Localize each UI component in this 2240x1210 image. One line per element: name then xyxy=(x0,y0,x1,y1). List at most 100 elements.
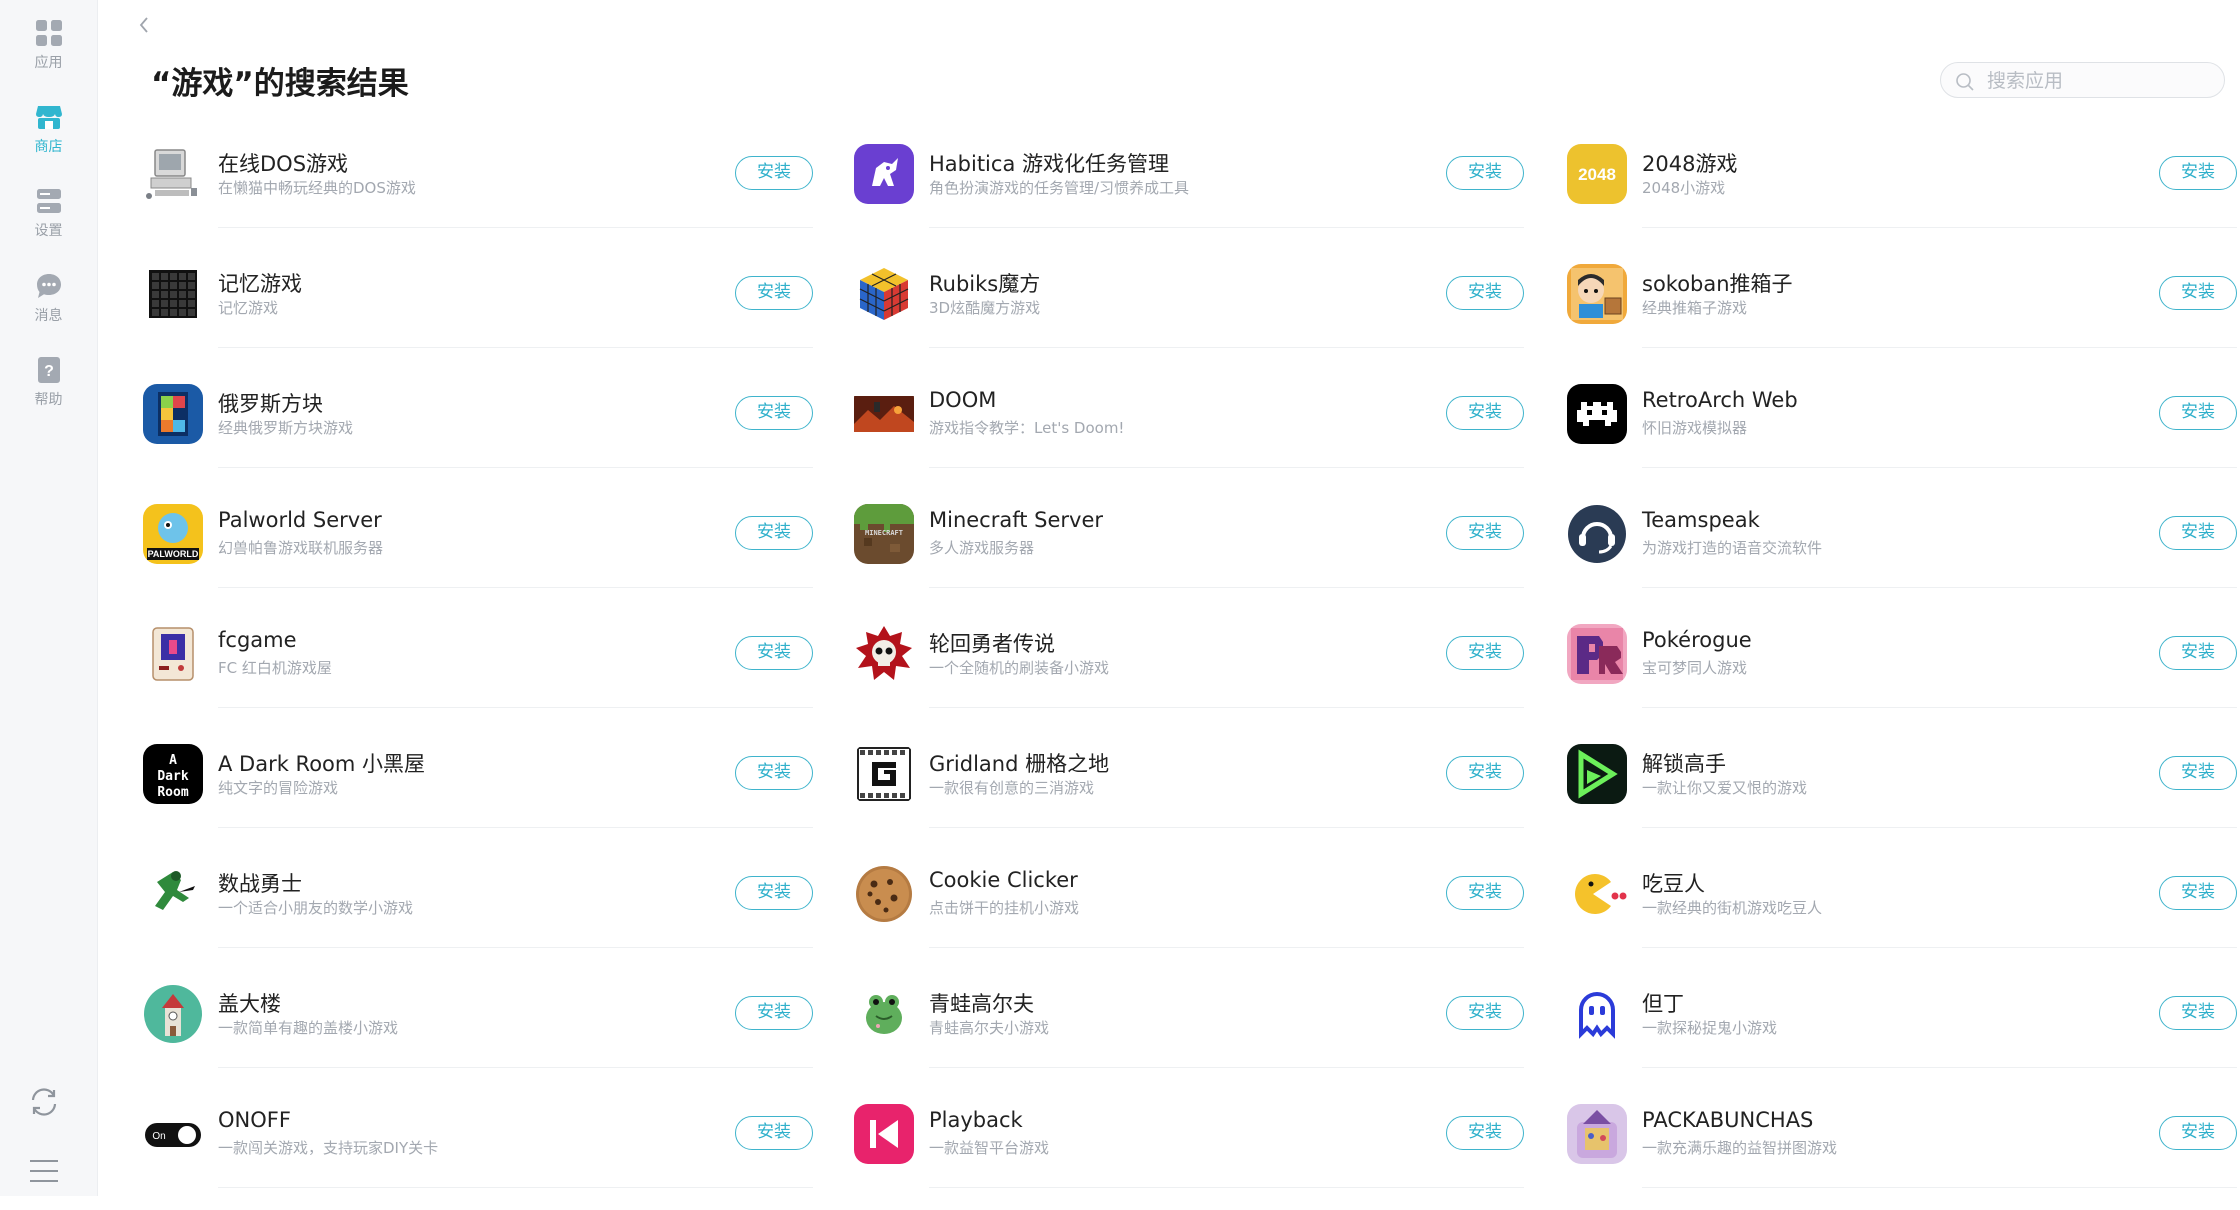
app-name[interactable]: Teamspeak xyxy=(1642,508,1760,532)
app-list-item[interactable]: Cookie Clicker 点击饼干的挂机小游戏 安装 xyxy=(854,850,1524,970)
install-button[interactable]: 安装 xyxy=(1446,636,1524,670)
sidebar-item-settings[interactable]: 设置 xyxy=(0,187,97,240)
app-name[interactable]: sokoban推箱子 xyxy=(1642,268,1793,298)
app-description: 怀旧游戏模拟器 xyxy=(1642,419,1748,437)
app-list-item[interactable]: Habitica 游戏化任务管理 角色扮演游戏的任务管理/习惯养成工具 安装 xyxy=(854,130,1524,250)
app-name[interactable]: ONOFF xyxy=(218,1108,291,1132)
app-description: 纯文字的冒险游戏 xyxy=(218,779,339,797)
app-list-item[interactable]: MINECRAFT Minecraft Server 多人游戏服务器 安装 xyxy=(854,490,1524,610)
refresh-icon[interactable] xyxy=(27,1085,61,1119)
gridland-icon xyxy=(854,744,914,804)
install-button[interactable]: 安装 xyxy=(1446,156,1524,190)
install-button[interactable]: 安装 xyxy=(735,876,813,910)
app-list-item[interactable]: 记忆游戏 记忆游戏 安装 xyxy=(143,250,813,370)
sidebar-item-messages[interactable]: 消息 xyxy=(0,272,97,325)
back-button[interactable] xyxy=(136,10,152,45)
app-name[interactable]: 2048游戏 xyxy=(1642,148,1737,178)
sidebar-item-apps[interactable]: 应用 xyxy=(0,19,97,72)
app-name[interactable]: Rubiks魔方 xyxy=(929,268,1040,298)
install-button[interactable]: 安装 xyxy=(735,156,813,190)
app-name[interactable]: fcgame xyxy=(218,628,297,652)
sidebar-item-store[interactable]: 商店 xyxy=(0,103,97,156)
sidebar-item-help[interactable]: ? 帮助 xyxy=(0,356,97,409)
app-list-item[interactable]: 但丁 一款探秘捉鬼小游戏 安装 xyxy=(1567,970,2237,1090)
app-name[interactable]: Palworld Server xyxy=(218,508,382,532)
install-button[interactable]: 安装 xyxy=(735,756,813,790)
app-list-item[interactable]: RetroArch Web 怀旧游戏模拟器 安装 xyxy=(1567,370,2237,490)
install-button[interactable]: 安装 xyxy=(735,276,813,310)
app-list-item[interactable]: fcgame FC 红白机游戏屋 安装 xyxy=(143,610,813,730)
app-name[interactable]: 记忆游戏 xyxy=(218,268,302,298)
app-name[interactable]: 盖大楼 xyxy=(218,988,281,1018)
app-list-item[interactable]: 在线DOS游戏 在懒猫中畅玩经典的DOS游戏 安装 xyxy=(143,130,813,250)
app-name[interactable]: Pokérogue xyxy=(1642,628,1752,652)
search-input[interactable] xyxy=(1985,67,2209,95)
install-button[interactable]: 安装 xyxy=(2159,516,2237,550)
app-name[interactable]: Cookie Clicker xyxy=(929,868,1078,892)
app-name[interactable]: 吃豆人 xyxy=(1642,868,1705,898)
app-list-item[interactable]: A Dark Room A Dark Room 小黑屋 纯文字的冒险游戏 安装 xyxy=(143,730,813,850)
install-button[interactable]: 安装 xyxy=(1446,396,1524,430)
install-button[interactable]: 安装 xyxy=(2159,276,2237,310)
app-list-item[interactable]: On ONOFF 一款闯关游戏，支持玩家DIY关卡 安装 xyxy=(143,1090,813,1210)
install-button[interactable]: 安装 xyxy=(735,636,813,670)
svg-text:MINECRAFT: MINECRAFT xyxy=(865,529,903,537)
app-name[interactable]: Playback xyxy=(929,1108,1023,1132)
app-name[interactable]: 在线DOS游戏 xyxy=(218,148,348,178)
install-button[interactable]: 安装 xyxy=(1446,1116,1524,1150)
app-description: 在懒猫中畅玩经典的DOS游戏 xyxy=(218,179,416,197)
app-list-item[interactable]: Playback 一款益智平台游戏 安装 xyxy=(854,1090,1524,1210)
install-button[interactable]: 安装 xyxy=(1446,756,1524,790)
app-name[interactable]: Minecraft Server xyxy=(929,508,1103,532)
habitica-icon xyxy=(854,144,914,204)
app-list-item[interactable]: sokoban推箱子 经典推箱子游戏 安装 xyxy=(1567,250,2237,370)
install-button[interactable]: 安装 xyxy=(735,516,813,550)
app-list-item[interactable]: PACKABUNCHAS 一款充满乐趣的益智拼图游戏 安装 xyxy=(1567,1090,2237,1210)
app-list-item[interactable]: Gridland 栅格之地 一款很有创意的三消游戏 安装 xyxy=(854,730,1524,850)
app-name[interactable]: 解锁高手 xyxy=(1642,748,1726,778)
tetris-icon xyxy=(143,384,203,444)
app-list-item[interactable]: Teamspeak 为游戏打造的语音交流软件 安装 xyxy=(1567,490,2237,610)
install-button[interactable]: 安装 xyxy=(1446,516,1524,550)
install-button[interactable]: 安装 xyxy=(1446,876,1524,910)
install-button[interactable]: 安装 xyxy=(735,1116,813,1150)
menu-icon[interactable] xyxy=(27,1157,61,1185)
app-list-item[interactable]: 盖大楼 一款简单有趣的盖楼小游戏 安装 xyxy=(143,970,813,1090)
install-button[interactable]: 安装 xyxy=(2159,756,2237,790)
install-button[interactable]: 安装 xyxy=(2159,636,2237,670)
install-button[interactable]: 安装 xyxy=(735,996,813,1030)
install-button[interactable]: 安装 xyxy=(2159,876,2237,910)
app-list-item[interactable]: DOOM 游戏指令教学：Let's Doom! 安装 xyxy=(854,370,1524,490)
install-button[interactable]: 安装 xyxy=(2159,996,2237,1030)
app-name[interactable]: A Dark Room 小黑屋 xyxy=(218,748,425,778)
app-name[interactable]: PACKABUNCHAS xyxy=(1642,1108,1813,1132)
app-name[interactable]: Gridland 栅格之地 xyxy=(929,748,1109,778)
app-list-item[interactable]: 数战勇士 一个适合小朋友的数学小游戏 安装 xyxy=(143,850,813,970)
app-list-item[interactable]: 青蛙高尔夫 青蛙高尔夫小游戏 安装 xyxy=(854,970,1524,1090)
app-name[interactable]: 但丁 xyxy=(1642,988,1684,1018)
install-button[interactable]: 安装 xyxy=(735,396,813,430)
app-description: 一款闯关游戏，支持玩家DIY关卡 xyxy=(218,1139,439,1157)
app-name[interactable]: DOOM xyxy=(929,388,996,412)
app-list-item[interactable]: 轮回勇者传说 一个全随机的刷装备小游戏 安装 xyxy=(854,610,1524,730)
app-list-item[interactable]: Pokérogue 宝可梦同人游戏 安装 xyxy=(1567,610,2237,730)
install-button[interactable]: 安装 xyxy=(1446,276,1524,310)
install-button[interactable]: 安装 xyxy=(2159,156,2237,190)
app-name[interactable]: 轮回勇者传说 xyxy=(929,628,1055,658)
app-name[interactable]: 青蛙高尔夫 xyxy=(929,988,1034,1018)
app-list-item[interactable]: PALWORLD Palworld Server 幻兽帕鲁游戏联机服务器 安装 xyxy=(143,490,813,610)
app-name[interactable]: 数战勇士 xyxy=(218,868,302,898)
app-list-item[interactable]: 2048 2048游戏 2048小游戏 安装 xyxy=(1567,130,2237,250)
app-list-item[interactable]: 吃豆人 一款经典的街机游戏吃豆人 安装 xyxy=(1567,850,2237,970)
install-button[interactable]: 安装 xyxy=(2159,1116,2237,1150)
install-button[interactable]: 安装 xyxy=(1446,996,1524,1030)
search-box[interactable] xyxy=(1940,62,2225,98)
app-list-item[interactable]: 解锁高手 一款让你又爱又恨的游戏 安装 xyxy=(1567,730,2237,850)
app-name[interactable]: 俄罗斯方块 xyxy=(218,388,323,418)
app-name[interactable]: RetroArch Web xyxy=(1642,388,1798,412)
app-name[interactable]: Habitica 游戏化任务管理 xyxy=(929,148,1169,178)
install-button[interactable]: 安装 xyxy=(2159,396,2237,430)
row-divider xyxy=(218,587,813,588)
app-list-item[interactable]: Rubiks魔方 3D炫酷魔方游戏 安装 xyxy=(854,250,1524,370)
app-list-item[interactable]: 俄罗斯方块 经典俄罗斯方块游戏 安装 xyxy=(143,370,813,490)
